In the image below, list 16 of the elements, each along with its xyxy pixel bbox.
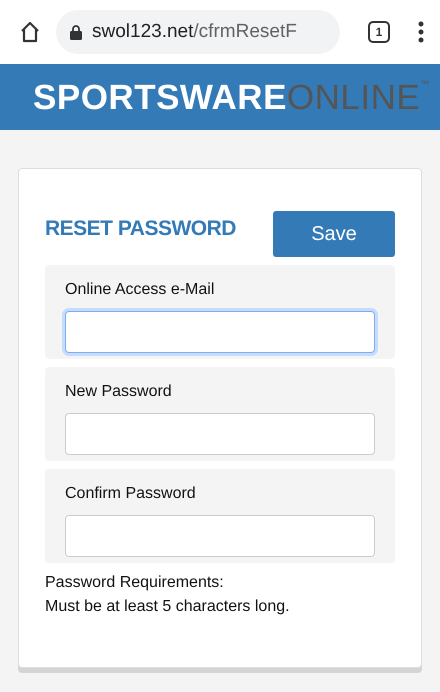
logo: SPORTSWAREONLINE™ — [33, 80, 430, 114]
input-field[interactable] — [65, 515, 375, 557]
input-field[interactable] — [65, 311, 375, 353]
field-label: Confirm Password — [65, 485, 197, 503]
input-field[interactable] — [65, 413, 375, 455]
requirements-text: Password Requirements: — [45, 573, 225, 593]
field-label: Online Access e-Mail — [65, 281, 216, 299]
requirements-text: Must be at least 5 characters long. — [45, 597, 291, 617]
lock-icon — [70, 24, 82, 40]
field-label: New Password — [65, 383, 173, 401]
menu-icon[interactable] — [418, 21, 424, 43]
url-text: swol123.net/cfrmResetF — [92, 21, 297, 43]
save-button[interactable]: Save — [273, 211, 395, 257]
address-bar[interactable]: swol123.net/cfrmResetF — [56, 10, 340, 54]
form-title: RESET PASSWORD — [45, 217, 236, 241]
tab-count[interactable]: 1 — [368, 21, 390, 43]
